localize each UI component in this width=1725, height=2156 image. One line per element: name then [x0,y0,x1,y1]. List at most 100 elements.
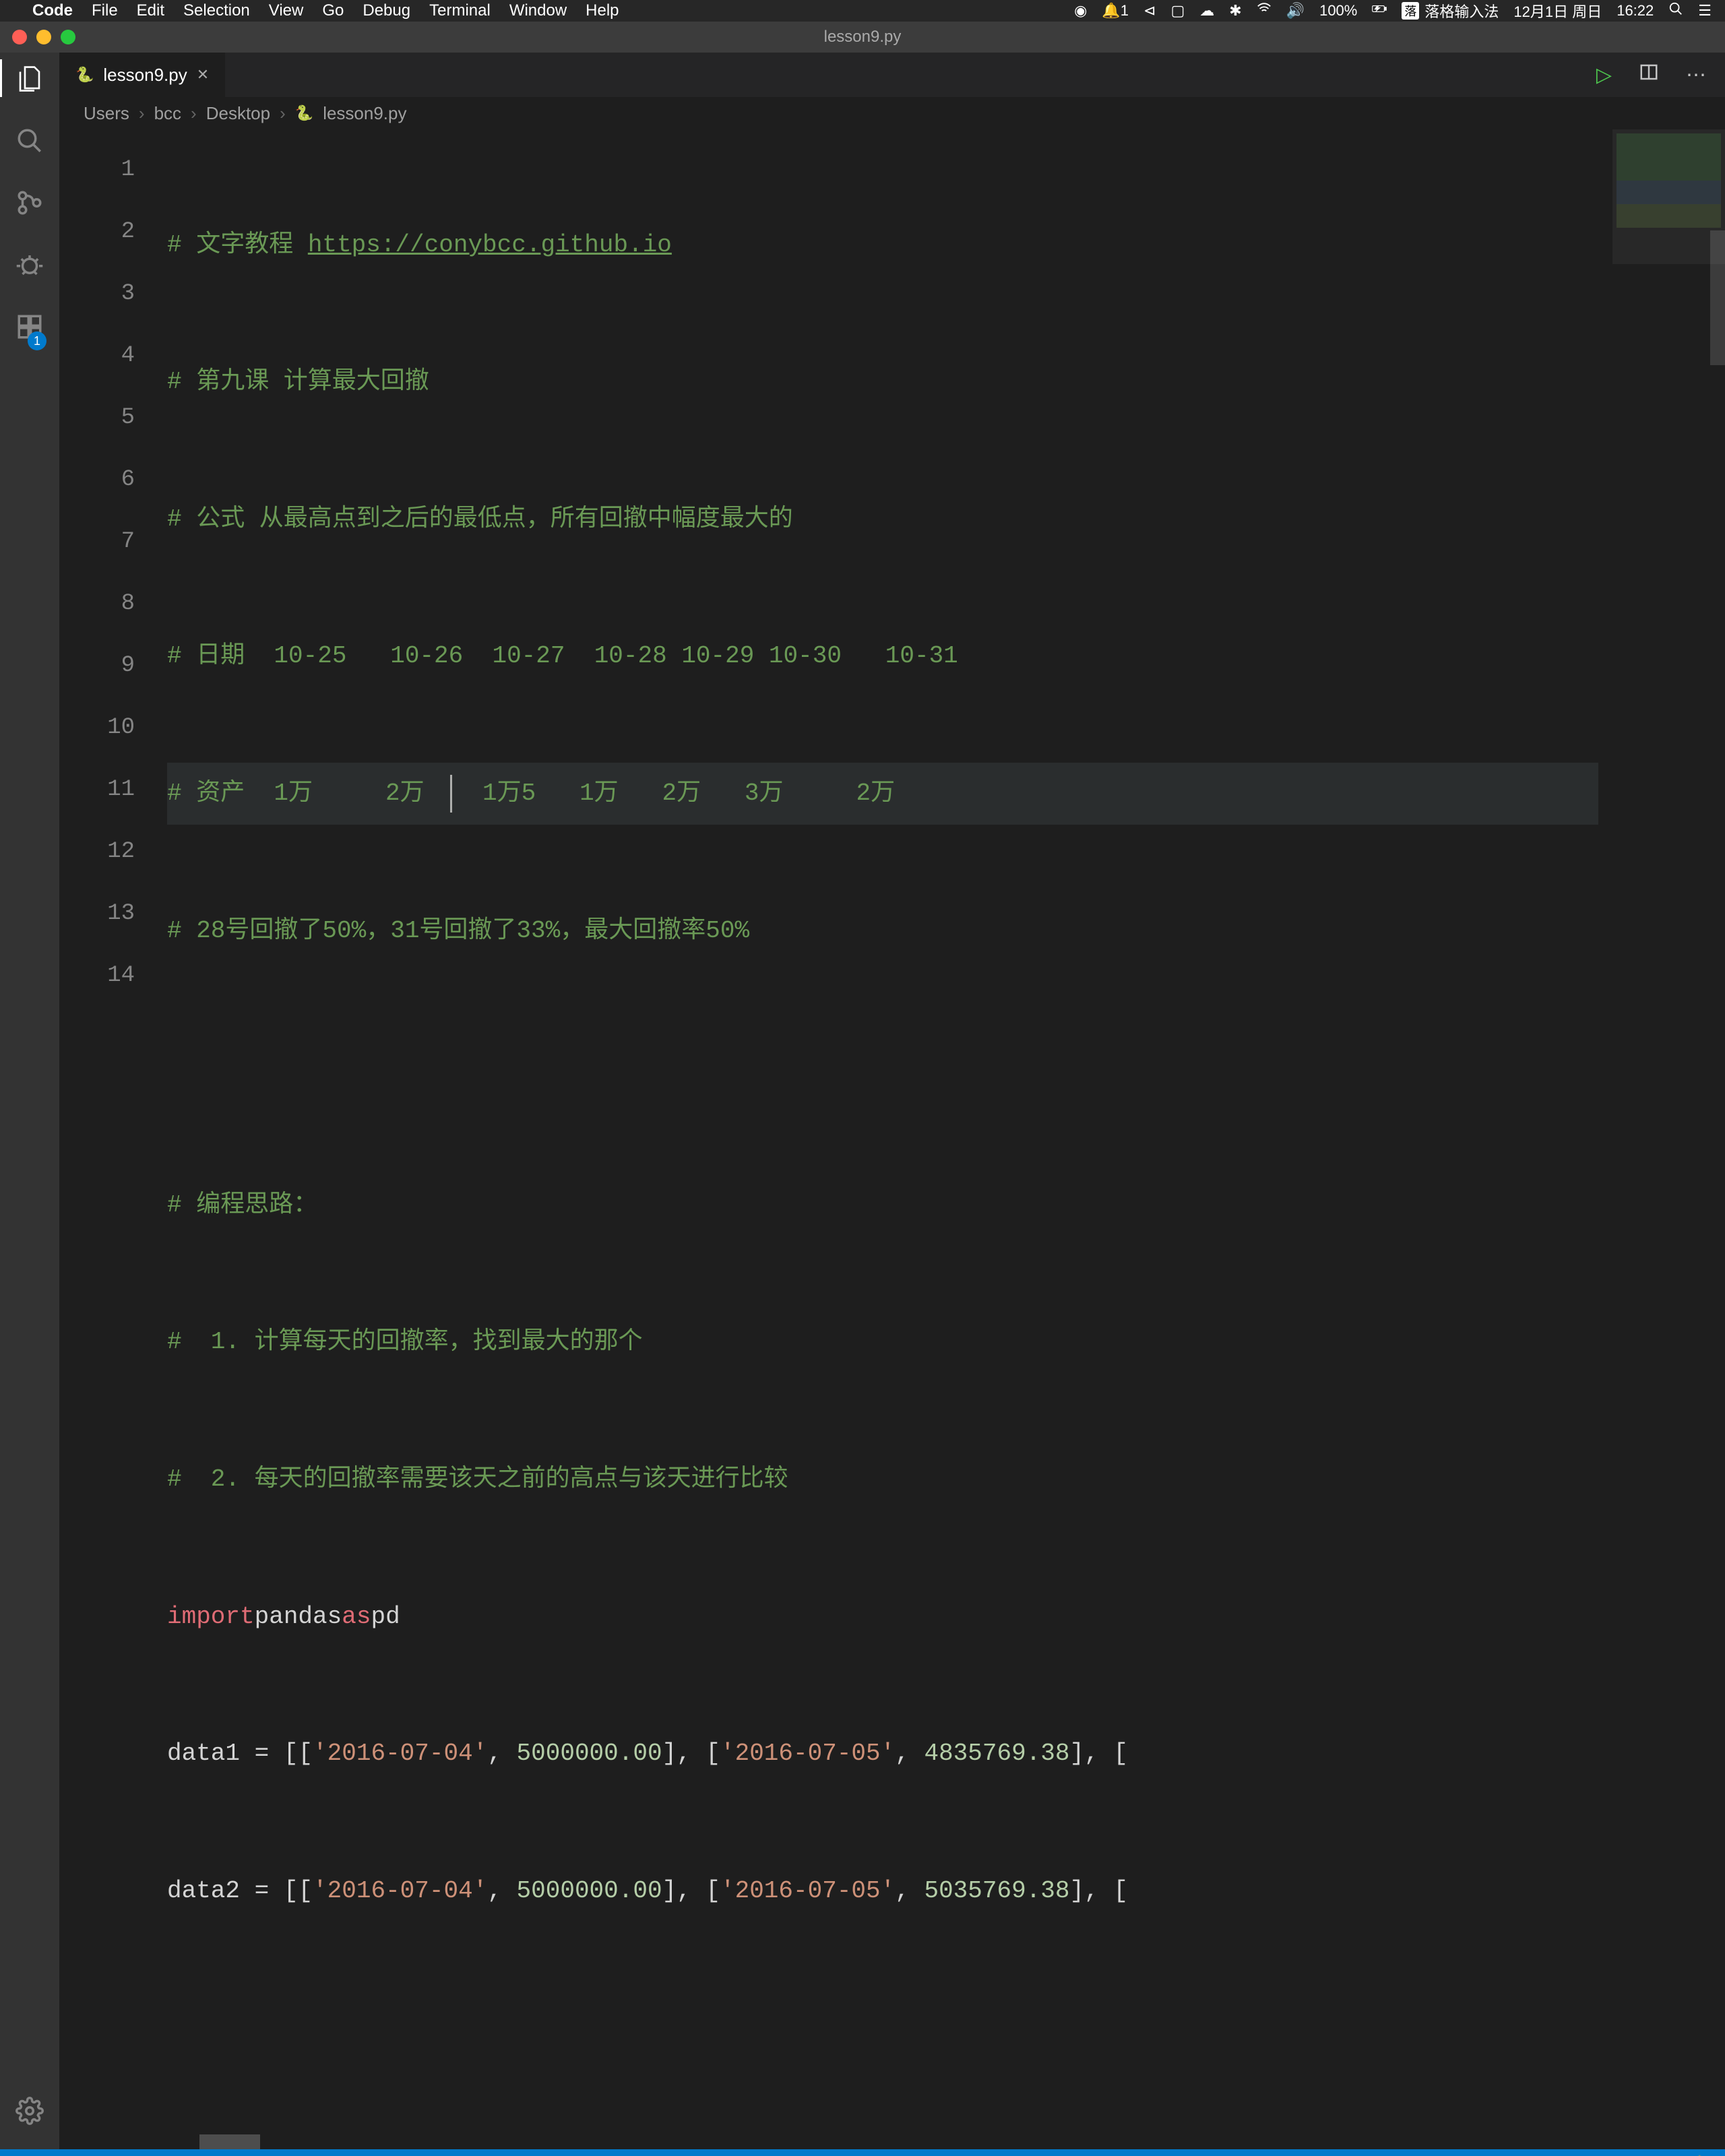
status-bar: Python 3.5.1 64-bit ⓧ 0 ⚠ 0 Ln 5, Col 12… [0,2149,1725,2156]
code-text: ], [ [662,1872,720,1910]
code-text: data1 [167,1735,240,1773]
code-content[interactable]: # 文字教程 https://conybcc.github.io # 第九课 计… [167,139,1612,2134]
notification-count: 1 [1121,2,1129,19]
warning-count: 0 [251,2155,261,2156]
horizontal-scrollbar[interactable] [167,2134,1725,2149]
menu-terminal[interactable]: Terminal [429,1,491,20]
window-titlebar[interactable]: lesson9.py [0,22,1725,53]
bell-icon[interactable]: 🔔 [1689,2155,1710,2156]
menu-window[interactable]: Window [509,1,567,20]
code-text: # 2. 每天的回撤率需要该天之前的高点与该天进行比较 [167,1461,788,1498]
editor-tabs: 🐍 lesson9.py ✕ ▷ ⋯ [59,53,1725,97]
code-text: 5000000.00 [517,1872,662,1910]
menu-go[interactable]: Go [322,1,344,20]
status-problems[interactable]: ⓧ 0 ⚠ 0 [182,2153,261,2156]
code-text: 5000000.00 [517,1735,662,1773]
fullscreen-window-button[interactable] [61,30,75,44]
activity-bar: 1 [0,53,59,2149]
battery-icon[interactable] [1372,1,1387,20]
tab-filename: lesson9.py [103,65,187,86]
debug-icon[interactable] [15,251,44,286]
code-text: [[ [284,1735,313,1773]
code-text: # 编程思路： [167,1186,317,1224]
control-center-icon[interactable]: ☰ [1698,2,1712,20]
chevron-right-icon: › [280,103,286,124]
error-count: 0 [205,2155,214,2156]
status-encoding[interactable]: UTF-8 [1465,2155,1515,2156]
code-kw: import [167,1598,255,1636]
menubar-time[interactable]: 16:22 [1617,2,1654,20]
code-editor[interactable]: 1234 5678 9101112 1314 # 文字教程 https://co… [59,129,1612,2134]
code-text: ], [ [1070,1735,1128,1773]
code-text: # 公式 从最高点到之后的最低点，所有回撤中幅度最大的 [167,501,793,538]
status-eol[interactable]: LF [1535,2155,1555,2156]
menu-view[interactable]: View [269,1,304,20]
menubar-app-name[interactable]: Code [32,1,73,20]
scrollbar-thumb[interactable] [1710,230,1725,365]
close-window-button[interactable] [12,30,27,44]
code-text: # 资产 1万 2万 1万5 1万 2万 3万 2万 [167,775,895,813]
status-cursor-pos[interactable]: Ln 5, Col 12 [1252,2155,1346,2156]
menubar-date[interactable]: 12月1日 周日 [1513,0,1602,22]
notification-icon[interactable]: 🔔1 [1102,2,1129,20]
volume-icon[interactable]: 🔊 [1286,2,1305,20]
ime-char-icon: 落 [1402,2,1419,20]
misc-icon[interactable]: ✱ [1229,2,1241,20]
split-editor-icon[interactable] [1639,62,1659,88]
settings-gear-icon[interactable] [15,2097,44,2132]
status-spaces[interactable]: Spaces: 4 [1367,2155,1445,2156]
run-file-icon[interactable]: ▷ [1596,63,1612,87]
extensions-icon[interactable]: 1 [15,313,44,348]
code-url[interactable]: https://conybcc.github.io [308,231,672,259]
status-python-env[interactable]: Python 3.5.1 64-bit [15,2155,162,2156]
breadcrumb[interactable]: Users › bcc › Desktop › 🐍 lesson9.py [59,97,1725,129]
source-control-icon[interactable] [15,189,44,224]
scrollbar-thumb[interactable] [199,2134,260,2149]
display-icon[interactable]: ▢ [1170,2,1185,20]
code-text: '2016-07-04' [313,1735,487,1773]
cloud-icon[interactable]: ☁ [1199,2,1214,20]
code-text: , [895,1735,924,1773]
menu-selection[interactable]: Selection [183,1,250,20]
code-kw: as [342,1598,371,1636]
breadcrumb-desktop[interactable]: Desktop [206,103,270,124]
close-tab-icon[interactable]: ✕ [197,66,209,84]
vertical-scrollbar[interactable] [1710,129,1725,2134]
wifi-icon[interactable] [1257,1,1272,20]
feedback-icon[interactable]: ☺ [1650,2155,1668,2156]
ime-label: 落格输入法 [1424,0,1499,22]
tab-lesson9[interactable]: 🐍 lesson9.py ✕ [59,53,226,97]
breadcrumb-users[interactable]: Users [84,103,129,124]
code-text: , [487,1735,516,1773]
code-text: = [240,1872,284,1910]
unity-icon[interactable]: ⊲ [1143,2,1156,20]
chevron-right-icon: › [191,103,197,124]
battery-percent[interactable]: 100% [1319,2,1357,20]
vscode-window: lesson9.py 1 [0,22,1725,2156]
menu-debug[interactable]: Debug [363,1,410,20]
record-icon[interactable]: ◉ [1074,2,1087,20]
minimize-window-button[interactable] [36,30,51,44]
more-actions-icon[interactable]: ⋯ [1686,63,1706,87]
explorer-icon[interactable] [15,65,44,100]
code-text: '2016-07-04' [313,1872,487,1910]
breadcrumb-file[interactable]: lesson9.py [323,103,406,124]
python-file-icon: 🐍 [295,104,313,122]
text-cursor [450,775,452,813]
minimap[interactable] [1612,129,1725,2134]
code-text: pd [371,1598,400,1636]
breadcrumb-bcc[interactable]: bcc [154,103,181,124]
code-text: data2 [167,1872,240,1910]
code-text: [[ [284,1872,313,1910]
warning-icon: ⚠ [230,2155,246,2156]
spotlight-icon[interactable] [1668,1,1683,20]
menu-help[interactable]: Help [586,1,619,20]
python-file-icon: 🐍 [75,66,94,84]
macos-menubar[interactable]: Code File Edit Selection View Go Debug T… [0,0,1725,22]
menu-edit[interactable]: Edit [137,1,164,20]
search-icon[interactable] [15,127,44,162]
ime-indicator[interactable]: 落 落格输入法 [1402,0,1499,22]
status-language[interactable]: Python [1575,2155,1630,2156]
menu-file[interactable]: File [92,1,118,20]
minimap-slider[interactable] [1612,129,1725,264]
